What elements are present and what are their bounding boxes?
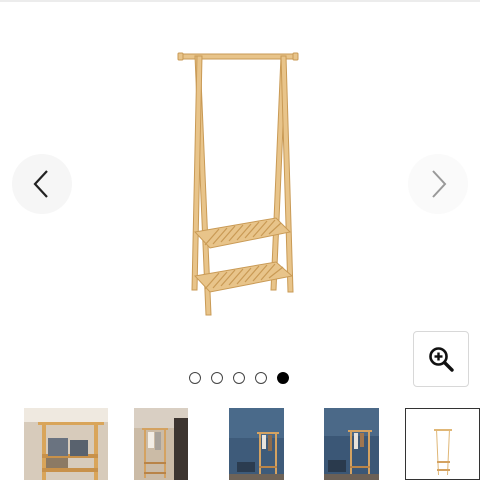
product-main-image[interactable] (150, 40, 330, 330)
pagination-dot-5[interactable] (277, 372, 289, 384)
pagination-dot-1[interactable] (189, 372, 201, 384)
pagination-dot-2[interactable] (211, 372, 223, 384)
thumbnail-1[interactable] (24, 408, 108, 480)
thumbnail-3[interactable] (229, 408, 284, 480)
thumbnail-5[interactable] (405, 408, 480, 480)
image-pagination (189, 372, 289, 384)
next-image-button[interactable] (408, 154, 468, 214)
previous-image-button[interactable] (12, 154, 72, 214)
pagination-dot-3[interactable] (233, 372, 245, 384)
zoom-button[interactable] (413, 331, 469, 387)
top-divider (0, 0, 480, 2)
thumbnail-strip (24, 408, 480, 480)
chevron-right-icon (432, 170, 447, 198)
thumbnail-4[interactable] (324, 408, 379, 480)
chevron-left-icon (33, 170, 48, 198)
pagination-dot-4[interactable] (255, 372, 267, 384)
thumbnail-2[interactable] (134, 408, 188, 480)
zoom-in-icon (429, 347, 454, 372)
